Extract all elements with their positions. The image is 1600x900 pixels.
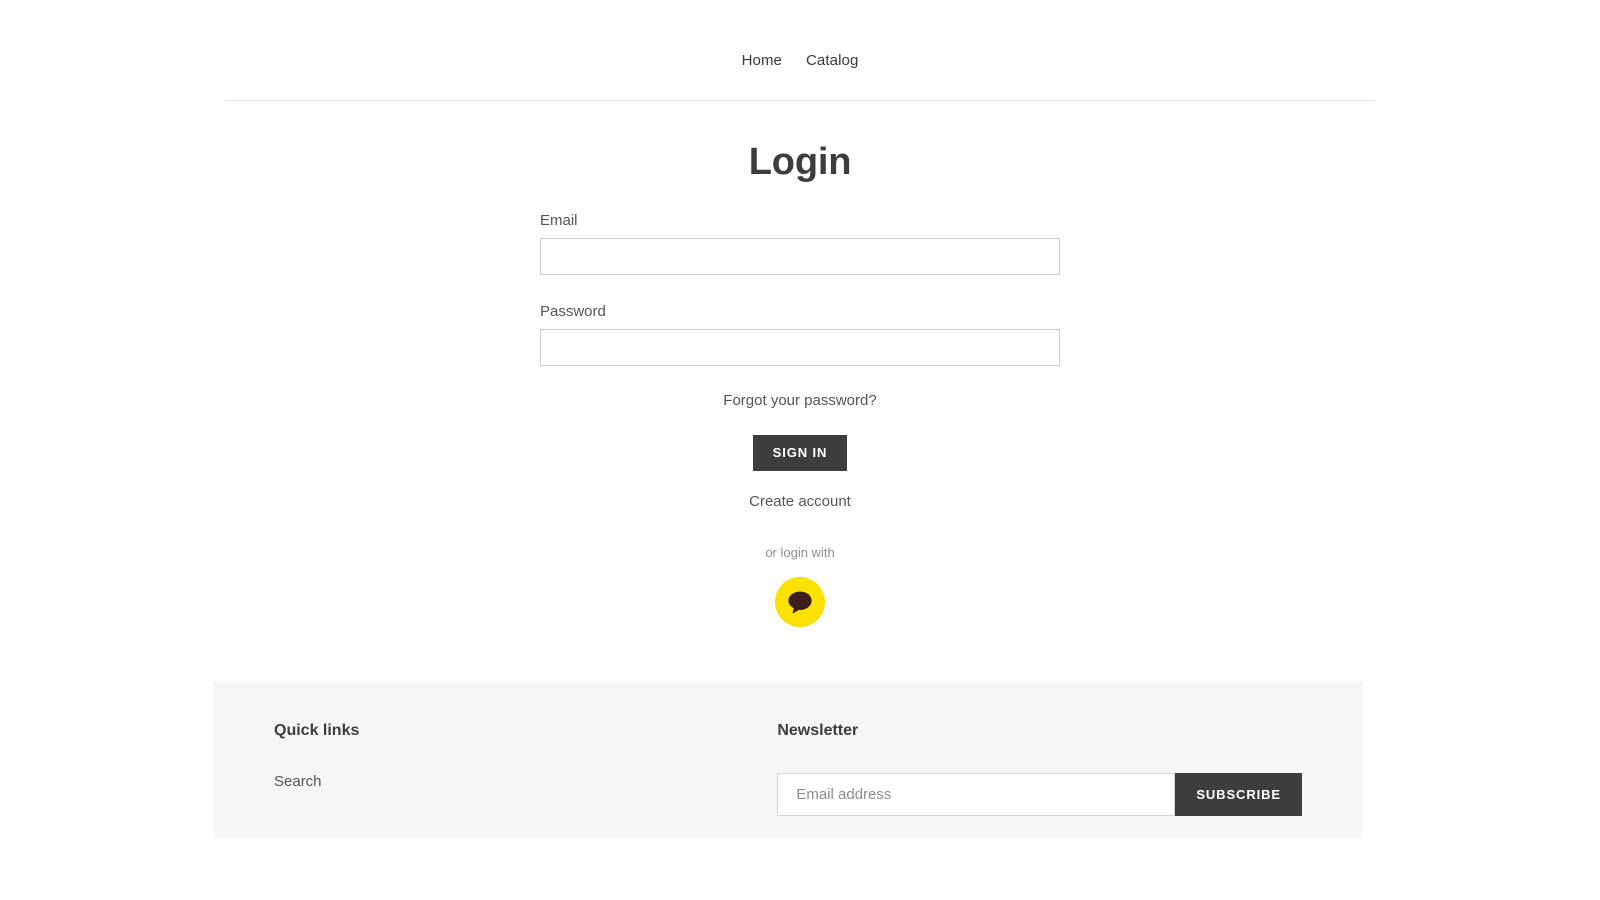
password-field-group: Password xyxy=(540,303,1060,366)
email-input[interactable] xyxy=(540,238,1060,275)
forgot-password-row: Forgot your password? xyxy=(540,366,1060,410)
footer-inner: Quick links Search Newsletter SUBSCRIBE xyxy=(213,681,1363,816)
site-footer: Quick links Search Newsletter SUBSCRIBE xyxy=(213,681,1363,838)
field-spacer xyxy=(540,275,1060,303)
speech-bubble-icon xyxy=(787,590,813,614)
quick-links-heading: Quick links xyxy=(274,722,360,739)
social-login-caption: or login with xyxy=(765,545,835,560)
forgot-password-link[interactable]: Forgot your password? xyxy=(723,392,876,409)
newsletter-form: SUBSCRIBE xyxy=(777,773,1302,816)
kakao-login-button[interactable] xyxy=(775,577,825,627)
social-login-section: or login with xyxy=(0,511,1600,627)
social-login-buttons xyxy=(0,577,1600,627)
nav-link-catalog[interactable]: Catalog xyxy=(806,51,858,71)
newsletter-heading: Newsletter xyxy=(777,722,859,739)
header-container: Home Catalog xyxy=(225,46,1375,76)
page-title: Login xyxy=(748,141,852,183)
footer-link-search[interactable]: Search xyxy=(274,773,322,790)
nav-link-home[interactable]: Home xyxy=(742,51,782,71)
sign-in-button[interactable]: SIGN IN xyxy=(752,435,848,471)
create-account-row: Create account xyxy=(540,471,1060,511)
sign-in-row: SIGN IN xyxy=(540,410,1060,471)
create-account-link[interactable]: Create account xyxy=(749,493,851,510)
footer-quick-links-column: Quick links Search xyxy=(274,721,777,816)
site-header: Home Catalog xyxy=(0,0,1600,101)
password-label: Password xyxy=(540,303,606,320)
email-label: Email xyxy=(540,212,578,229)
page-root: Home Catalog Login Email Password Forgot… xyxy=(0,0,1600,900)
subscribe-button[interactable]: SUBSCRIBE xyxy=(1175,773,1302,816)
main-navigation: Home Catalog xyxy=(225,46,1375,76)
main-content: Login Email Password Forgot your passwor… xyxy=(0,101,1600,627)
password-input[interactable] xyxy=(540,329,1060,366)
login-form: Email Password Forgot your password? SIG… xyxy=(540,185,1060,511)
email-field-group: Email xyxy=(540,212,1060,275)
newsletter-email-input[interactable] xyxy=(777,773,1176,816)
footer-newsletter-column: Newsletter SUBSCRIBE xyxy=(777,721,1302,816)
